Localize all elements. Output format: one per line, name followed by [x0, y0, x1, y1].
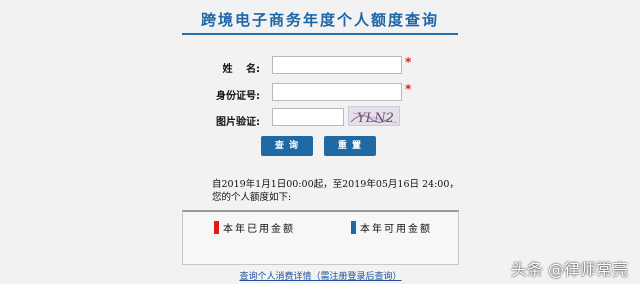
quota-panel: 本年已用金额 本年可用金额 — [182, 210, 459, 265]
consumption-details-link[interactable]: 查询个人消费详情（需注册登录后查询） — [182, 269, 459, 282]
watermark: 头条 @律师常亮 — [510, 260, 628, 279]
available-swatch — [351, 221, 356, 234]
captcha-noise-icon: YLN2 — [350, 111, 398, 126]
name-input[interactable] — [272, 56, 402, 74]
title-divider — [182, 33, 458, 35]
page-title: 跨境电子商务年度个人额度查询 — [200, 11, 439, 29]
reset-button[interactable]: 重 置 — [324, 136, 376, 156]
available-amount-label: 本年可用金额 — [360, 224, 432, 235]
used-swatch — [214, 221, 219, 234]
date-range-text: 自2019年1月1日00:00起，至2019年05月16日 24:00， — [212, 179, 459, 190]
id-label: 身份证号: — [216, 91, 260, 102]
available-amount-legend: 本年可用金额 — [351, 220, 432, 235]
id-required-mark: * — [405, 82, 412, 96]
used-amount-legend: 本年已用金额 — [214, 220, 295, 235]
id-number-input[interactable] — [272, 83, 402, 101]
captcha-text: YLN2 — [357, 111, 394, 126]
captcha-input[interactable] — [272, 108, 344, 126]
captcha-image[interactable]: YLN2 — [348, 106, 400, 126]
captcha-label: 图片验证: — [216, 117, 260, 128]
quota-intro-text: 您的个人额度如下: — [212, 192, 292, 203]
query-button[interactable]: 查 询 — [261, 136, 313, 156]
name-required-mark: * — [405, 55, 412, 69]
used-amount-label: 本年已用金额 — [223, 224, 295, 235]
name-label: 姓 名: — [222, 64, 260, 75]
